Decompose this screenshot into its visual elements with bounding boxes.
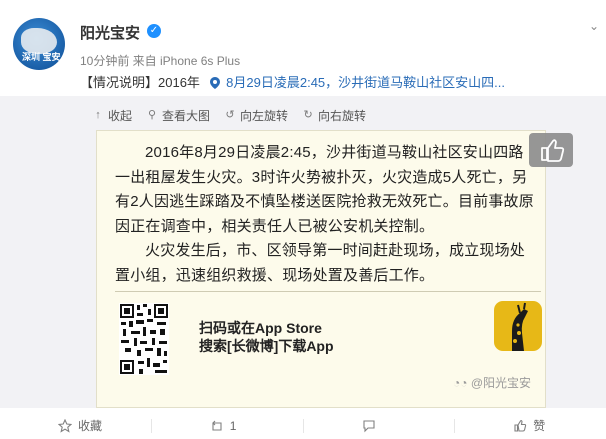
image-toolbar: ↑ 收起 ⚲ 查看大图 ↺ 向左旋转 ↻ 向右旋转: [92, 107, 380, 123]
post-meta[interactable]: 10分钟前 来自 iPhone 6s Plus: [80, 52, 240, 69]
article-text: 2016年8月29日凌晨2:45，沙井街道马鞍山社区安山四路一出租屋发生火灾。3…: [115, 141, 535, 288]
thumbs-up-icon: [514, 419, 527, 432]
app-logo-icon: [494, 301, 542, 351]
rotate-right-icon: ↻: [303, 109, 313, 121]
action-bar: 收藏 1 赞: [0, 412, 606, 439]
cta-line: 搜索[长微博]下载App: [199, 338, 334, 354]
collapse-label: 收起: [108, 108, 133, 123]
verified-icon: ✓: [147, 24, 161, 38]
divider: [115, 291, 541, 292]
rotate-left-icon: ↺: [225, 109, 235, 121]
view-large-button[interactable]: ⚲ 查看大图: [146, 107, 210, 124]
author-name[interactable]: 阳光宝安: [80, 22, 140, 43]
qr-code-icon: [119, 303, 169, 375]
rotate-right-button[interactable]: ↻ 向右旋转: [302, 107, 366, 124]
weibo-logo-icon: ◔◔: [453, 376, 471, 390]
summary-prefix: 【情况说明】2016年: [80, 75, 200, 90]
favorite-button[interactable]: 收藏: [0, 417, 151, 434]
star-icon: [58, 418, 72, 433]
article-paragraph: 2016年8月29日凌晨2:45，沙井街道马鞍山社区安山四路一出租屋发生火灾。3…: [115, 144, 534, 235]
avatar-mark: 深圳 宝安: [22, 52, 61, 62]
long-weibo-image[interactable]: 2016年8月29日凌晨2:45，沙井街道马鞍山社区安山四路一出租屋发生火灾。3…: [96, 130, 546, 408]
location-icon: [209, 77, 220, 89]
like-button[interactable]: 赞: [455, 417, 606, 434]
article-paragraph: 火灾发生后，市、区领导第一时间赶赴现场，成立现场处置小组，迅速组织救援、现场处置…: [115, 242, 526, 284]
floating-like-button[interactable]: [529, 133, 573, 167]
thumbs-up-icon: [541, 139, 565, 162]
image-watermark: ◔◔ @阳光宝安: [453, 374, 531, 391]
summary-link[interactable]: 8月29日凌晨2:45，沙井街道马鞍山社区安山四...: [226, 75, 505, 90]
view-large-label: 查看大图: [162, 108, 211, 123]
repost-icon: [211, 420, 222, 431]
post-header: 深圳 宝安 阳光宝安 ✓ ⌄ 10分钟前 来自 iPhone 6s Plus 【…: [0, 0, 606, 96]
chevron-down-icon[interactable]: ⌄: [588, 20, 600, 32]
cta-line: 扫码或在App Store: [199, 320, 322, 336]
collapse-button[interactable]: ↑ 收起: [92, 107, 132, 124]
arrow-up-icon: ↑: [95, 109, 101, 121]
like-label: 赞: [533, 419, 546, 433]
post-summary: 【情况说明】2016年 8月29日凌晨2:45，沙井街道马鞍山社区安山四...: [80, 72, 505, 91]
rotate-right-label: 向右旋转: [318, 108, 367, 123]
repost-button[interactable]: 1: [152, 419, 303, 433]
repost-count: 1: [229, 418, 237, 433]
watermark-text: @阳光宝安: [470, 376, 532, 390]
comment-button[interactable]: [304, 419, 455, 433]
comment-icon: [362, 419, 375, 432]
download-prompt: 扫码或在App Store 搜索[长微博]下载App: [199, 319, 334, 355]
giraffe-icon: [512, 302, 528, 351]
rotate-left-button[interactable]: ↺ 向左旋转: [224, 107, 288, 124]
rotate-left-label: 向左旋转: [240, 108, 289, 123]
magnifier-icon: ⚲: [147, 109, 157, 121]
favorite-label: 收藏: [78, 419, 103, 433]
author-avatar[interactable]: 深圳 宝安: [13, 18, 65, 70]
